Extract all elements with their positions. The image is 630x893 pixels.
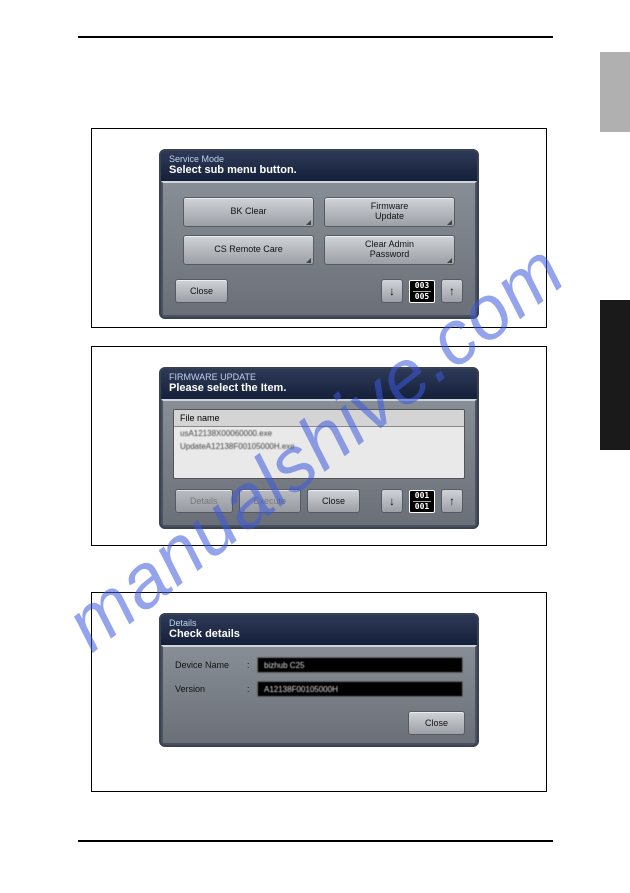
button-label: Firmware Update [360, 202, 420, 222]
close-button[interactable]: Close [175, 279, 228, 303]
figure-service-mode: Service Mode Select sub menu button. BK … [91, 128, 547, 328]
page-total: 005 [415, 293, 429, 301]
version-label: Version [175, 684, 247, 694]
page-counter: 003 005 [409, 280, 435, 303]
page-up-button[interactable]: ↑ [441, 489, 463, 513]
page-current: 001 [415, 492, 429, 500]
arrow-down-icon: ↓ [389, 284, 395, 298]
horizontal-rule-bottom [78, 840, 553, 842]
horizontal-rule-top [78, 36, 553, 38]
screen-body: Device Name : bizhub C25 Version : A1213… [161, 645, 477, 745]
device-name-label: Device Name [175, 660, 247, 670]
titlebar-small: Service Mode [169, 154, 469, 164]
button-label: Execute [254, 496, 287, 506]
page-up-button[interactable]: ↑ [441, 279, 463, 303]
titlebar-big: Please select the Item. [169, 382, 469, 394]
version-value: A12138F00105000H [257, 681, 463, 697]
titlebar-small: FIRMWARE UPDATE [169, 372, 469, 382]
button-label: Close [425, 718, 448, 728]
device-screen-details: Details Check details Device Name : bizh… [159, 613, 479, 747]
titlebar-big: Select sub menu button. [169, 164, 469, 176]
file-row[interactable]: UpdateA12138F00105000H.exe [174, 440, 464, 453]
device-screen-firmware-update: FIRMWARE UPDATE Please select the Item. … [159, 367, 479, 529]
file-list-header: File name [174, 410, 464, 427]
page-down-button[interactable]: ↓ [381, 279, 403, 303]
button-label: CS Remote Care [214, 245, 283, 255]
figure-details: Details Check details Device Name : bizh… [91, 592, 547, 792]
screen-body: File name usA12138X00060000.exe UpdateA1… [161, 399, 477, 527]
titlebar: FIRMWARE UPDATE Please select the Item. [161, 369, 477, 399]
side-tab-dark [600, 300, 630, 450]
page-down-button[interactable]: ↓ [381, 489, 403, 513]
titlebar-small: Details [169, 618, 469, 628]
titlebar: Service Mode Select sub menu button. [161, 151, 477, 181]
figure-firmware-update: FIRMWARE UPDATE Please select the Item. … [91, 346, 547, 546]
clear-admin-password-button[interactable]: Clear Admin Password [324, 235, 455, 265]
execute-button[interactable]: Execute [239, 489, 302, 513]
button-label: Clear Admin Password [355, 240, 425, 260]
device-screen-service-mode: Service Mode Select sub menu button. BK … [159, 149, 479, 319]
page-counter: 001 001 [409, 490, 435, 513]
button-label: Details [190, 496, 218, 506]
arrow-down-icon: ↓ [389, 494, 395, 508]
titlebar: Details Check details [161, 615, 477, 645]
bk-clear-button[interactable]: BK Clear [183, 197, 314, 227]
close-button[interactable]: Close [408, 711, 465, 735]
firmware-update-button[interactable]: Firmware Update [324, 197, 455, 227]
device-name-value: bizhub C25 [257, 657, 463, 673]
file-list[interactable]: File name usA12138X00060000.exe UpdateA1… [173, 409, 465, 479]
titlebar-big: Check details [169, 628, 469, 640]
close-button[interactable]: Close [307, 489, 360, 513]
arrow-up-icon: ↑ [449, 494, 455, 508]
file-row[interactable]: usA12138X00060000.exe [174, 427, 464, 440]
cs-remote-care-button[interactable]: CS Remote Care [183, 235, 314, 265]
button-label: BK Clear [230, 207, 266, 217]
detail-row-device-name: Device Name : bizhub C25 [175, 657, 463, 673]
arrow-up-icon: ↑ [449, 284, 455, 298]
button-label: Close [322, 496, 345, 506]
details-button[interactable]: Details [175, 489, 233, 513]
page-total: 001 [415, 503, 429, 511]
page-current: 003 [415, 282, 429, 290]
detail-row-version: Version : A12138F00105000H [175, 681, 463, 697]
side-tab-light [600, 52, 630, 132]
screen-body: BK Clear Firmware Update CS Remote Care … [161, 181, 477, 317]
button-label: Close [190, 286, 213, 296]
